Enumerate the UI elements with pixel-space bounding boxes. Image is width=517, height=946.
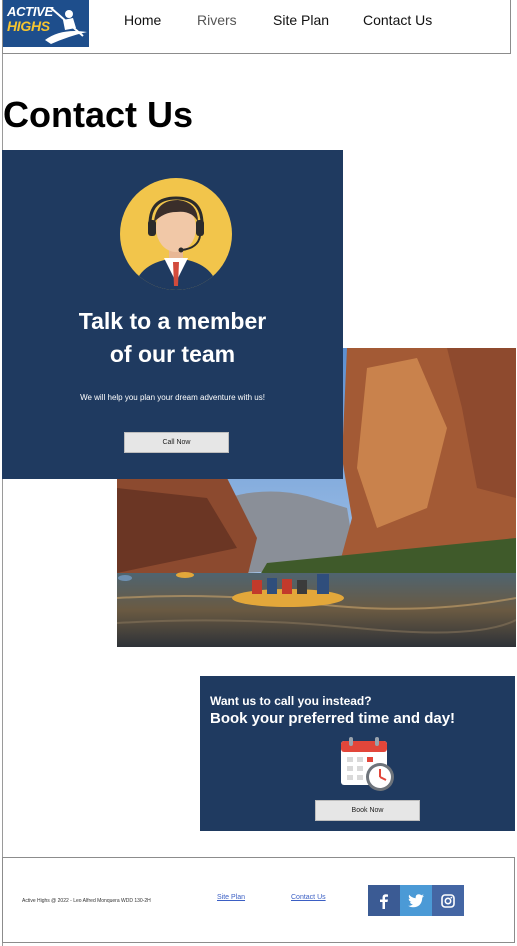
nav-rivers[interactable]: Rivers xyxy=(197,12,237,28)
book-now-button[interactable]: Book Now xyxy=(315,800,420,821)
main-nav: Home Rivers Site Plan Contact Us xyxy=(3,12,512,32)
site-header: ACTIVE HIGHS Home Rivers Site Plan Conta… xyxy=(2,0,511,54)
facebook-icon[interactable] xyxy=(368,885,400,916)
twitter-glyph xyxy=(408,893,424,907)
facebook-glyph xyxy=(380,893,388,909)
talk-title-line2: of our team xyxy=(109,341,236,367)
calendar-clock-icon xyxy=(341,737,394,791)
call-now-button[interactable]: Call Now xyxy=(124,432,229,453)
talk-card: Talk to a member of our team We will hel… xyxy=(2,150,343,479)
footer-link-site-plan[interactable]: Site Plan xyxy=(217,894,245,901)
support-agent-icon xyxy=(120,178,232,290)
talk-title-line1: Talk to a member xyxy=(78,308,267,334)
page-title: Contact Us xyxy=(3,94,194,135)
book-card-question: Want us to call you instead? xyxy=(210,694,372,708)
book-card-headline: Book your preferred time and day! xyxy=(210,710,456,727)
instagram-icon[interactable] xyxy=(432,885,464,916)
talk-card-title: Talk to a member of our team xyxy=(2,305,343,371)
site-footer: Active Highs @ 2022 - Leo Alfred Monquer… xyxy=(2,857,515,943)
talk-card-subtitle: We will help you plan your dream adventu… xyxy=(80,393,265,402)
nav-home[interactable]: Home xyxy=(124,12,161,28)
footer-copyright: Active Highs @ 2022 - Leo Alfred Monquer… xyxy=(22,898,151,904)
instagram-glyph xyxy=(441,893,455,908)
book-card: Want us to call you instead? Book your p… xyxy=(200,676,515,831)
twitter-icon[interactable] xyxy=(400,885,432,916)
nav-contact-us[interactable]: Contact Us xyxy=(363,12,432,28)
nav-site-plan[interactable]: Site Plan xyxy=(273,12,329,28)
footer-link-contact-us[interactable]: Contact Us xyxy=(291,894,326,901)
